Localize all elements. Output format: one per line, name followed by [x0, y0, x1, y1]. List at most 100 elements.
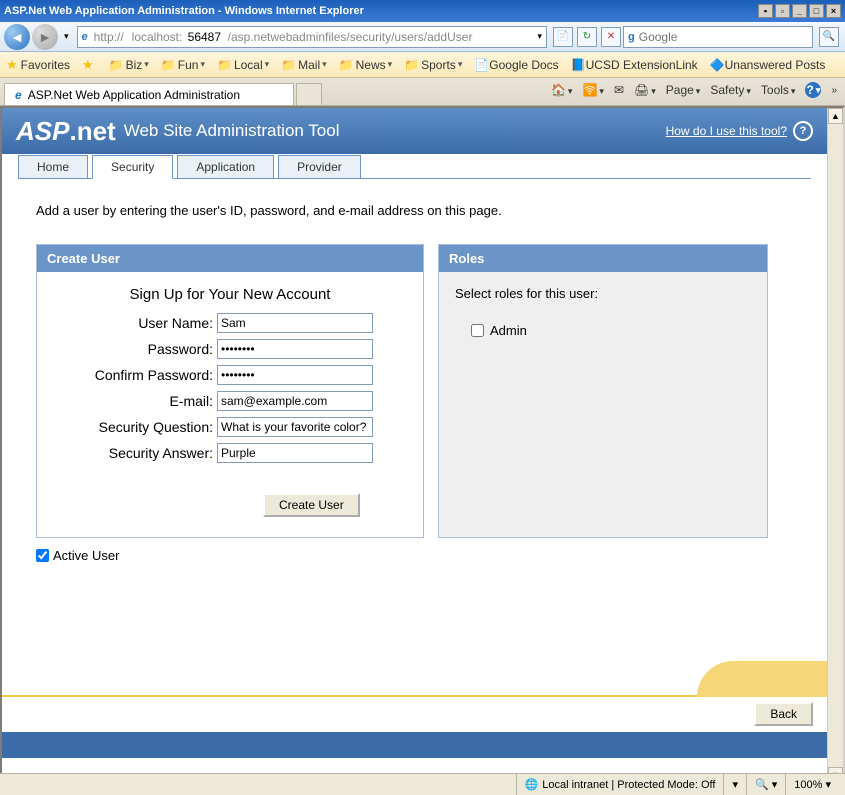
active-user-label: Active User: [53, 548, 119, 563]
fav-folder-sports[interactable]: Sports: [404, 58, 462, 72]
admin-header: ASP.net Web Site Administration Tool How…: [2, 108, 827, 154]
signup-heading: Sign Up for Your New Account: [53, 286, 407, 303]
back-button[interactable]: Back: [754, 702, 813, 726]
username-input[interactable]: [217, 313, 373, 333]
roles-panel-header: Roles: [439, 245, 767, 272]
confirm-password-label: Confirm Password:: [53, 367, 217, 383]
address-dropdown-icon[interactable]: ▾: [537, 31, 542, 42]
fav-link-unanswered[interactable]: 🔷 Unanswered Posts: [710, 58, 826, 72]
nav-toolbar: ◄ ► ▾ e ▾ 📄 ↻ ✕ g 🔍: [0, 22, 845, 52]
roles-panel: Roles Select roles for this user: Admin: [438, 244, 768, 538]
active-user-checkbox[interactable]: [36, 549, 49, 562]
confirm-password-input[interactable]: [217, 365, 373, 385]
help-link[interactable]: How do I use this tool?: [666, 124, 787, 138]
fav-folder-mail[interactable]: Mail: [281, 58, 327, 72]
asp-logo: ASP.net: [16, 116, 116, 147]
admin-title: Web Site Administration Tool: [124, 121, 340, 141]
globe-icon: 🌐: [525, 778, 539, 791]
create-user-button[interactable]: Create User: [263, 493, 360, 517]
safety-menu-button[interactable]: Safety: [710, 83, 751, 97]
tab-provider[interactable]: Provider: [278, 155, 361, 179]
help-icon[interactable]: ?: [793, 121, 813, 141]
status-bar: 🌐 Local intranet | Protected Mode: Off ▾…: [0, 773, 845, 795]
scroll-up-icon[interactable]: ▲: [828, 108, 843, 124]
password-input[interactable]: [217, 339, 373, 359]
role-admin-checkbox[interactable]: [471, 324, 484, 337]
fav-folder-local[interactable]: Local: [217, 58, 269, 72]
browser-tab[interactable]: ASP.Net Web Application Administration: [4, 83, 294, 105]
tab-application[interactable]: Application: [177, 155, 274, 179]
username-label: User Name:: [53, 315, 217, 331]
window-title: ASP.Net Web Application Administration -…: [4, 5, 364, 17]
fav-folder-fun[interactable]: Fun: [161, 58, 205, 72]
active-user-row: Active User: [36, 548, 809, 563]
security-question-label: Security Question:: [53, 419, 217, 435]
zoom-level[interactable]: 100% ▾: [785, 774, 839, 795]
close-button[interactable]: ×: [826, 4, 841, 18]
footer-strip: [2, 732, 827, 758]
tools-menu-button[interactable]: Tools: [761, 83, 796, 97]
security-answer-input[interactable]: [217, 443, 373, 463]
restore-tray-button[interactable]: ▫: [775, 4, 790, 18]
role-checkbox-row: Admin: [471, 323, 751, 338]
refresh-button[interactable]: ↻: [577, 27, 597, 47]
page-menu-button[interactable]: Page: [666, 83, 701, 97]
forward-nav-button[interactable]: ►: [32, 24, 58, 50]
search-box[interactable]: g: [623, 26, 813, 48]
fav-folder-biz[interactable]: Biz: [109, 58, 149, 72]
role-admin-label: Admin: [490, 323, 527, 338]
password-label: Password:: [53, 341, 217, 357]
security-zone: 🌐 Local intranet | Protected Mode: Off: [516, 774, 724, 795]
browser-tab-bar: ASP.Net Web Application Administration 🏠…: [0, 78, 845, 106]
search-button[interactable]: 🔍: [819, 27, 839, 47]
footer-bar: Back: [2, 695, 827, 731]
back-nav-button[interactable]: ◄: [4, 24, 30, 50]
minimize-tray-button[interactable]: ▪: [758, 4, 773, 18]
print-menu-button[interactable]: 🖨: [634, 83, 656, 97]
nav-dropdown-icon[interactable]: ▾: [64, 31, 69, 42]
compat-view-button[interactable]: 📄: [553, 27, 573, 47]
mail-button[interactable]: ✉: [614, 83, 624, 97]
email-input[interactable]: [217, 391, 373, 411]
home-menu-button[interactable]: 🏠: [551, 83, 572, 97]
chevron-right-icon[interactable]: »: [831, 85, 837, 96]
ie-icon: e: [82, 31, 88, 43]
security-answer-label: Security Answer:: [53, 445, 217, 461]
new-tab-button[interactable]: [296, 83, 322, 105]
security-question-input[interactable]: [217, 417, 373, 437]
favorites-button[interactable]: Favorites: [6, 57, 70, 73]
address-bar[interactable]: e ▾: [77, 26, 547, 48]
url-port[interactable]: [186, 27, 226, 47]
content-viewport: ASP.net Web Site Administration Tool How…: [0, 106, 845, 785]
create-user-panel: Create User Sign Up for Your New Account…: [36, 244, 424, 538]
fav-link-ucsd[interactable]: 📘 UCSD ExtensionLink: [571, 58, 698, 72]
tab-home[interactable]: Home: [18, 155, 88, 179]
url-host[interactable]: [130, 27, 186, 47]
help-menu-button[interactable]: ?: [805, 82, 821, 98]
url-path[interactable]: [226, 27, 534, 47]
roles-instruction: Select roles for this user:: [455, 286, 751, 301]
page-body: Add a user by entering the user's ID, pa…: [2, 179, 827, 563]
page-favicon-icon: [15, 88, 28, 102]
vertical-scrollbar[interactable]: ▲ ▼: [827, 108, 843, 783]
page-instruction: Add a user by entering the user's ID, pa…: [36, 203, 809, 218]
url-protocol[interactable]: [92, 27, 130, 47]
tab-title: ASP.Net Web Application Administration: [28, 88, 240, 102]
protected-mode-dropdown[interactable]: ▾: [723, 774, 746, 795]
email-label: E-mail:: [53, 393, 217, 409]
zoom-dropdown[interactable]: 🔍 ▾: [746, 774, 785, 795]
maximize-button[interactable]: □: [809, 4, 824, 18]
feeds-menu-button[interactable]: 🛜: [582, 83, 603, 97]
search-input[interactable]: [639, 30, 808, 44]
stop-button[interactable]: ✕: [601, 27, 621, 47]
favorites-bar: Favorites Biz Fun Local Mail News Sports…: [0, 52, 845, 78]
admin-tabs: Home Security Application Provider: [2, 154, 827, 178]
command-bar: 🏠 🛜 ✉ 🖨 Page Safety Tools ? »: [551, 82, 837, 98]
create-user-panel-header: Create User: [37, 245, 423, 272]
tab-security[interactable]: Security: [92, 155, 173, 179]
add-favorite-button[interactable]: [82, 57, 97, 73]
fav-folder-news[interactable]: News: [339, 58, 393, 72]
minimize-button[interactable]: _: [792, 4, 807, 18]
google-icon: g: [628, 31, 635, 43]
fav-link-googledocs[interactable]: 📄 Google Docs: [474, 58, 558, 72]
